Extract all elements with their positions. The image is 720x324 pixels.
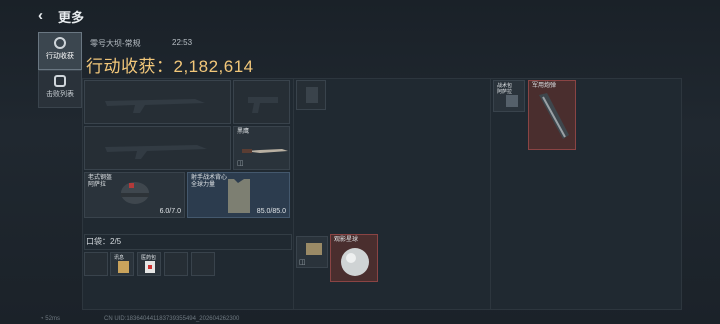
tab-kill-list[interactable]: 击败列表 bbox=[38, 70, 82, 108]
container-item[interactable]: 军用炮弹 bbox=[528, 80, 576, 150]
page-title: 更多 bbox=[58, 10, 85, 25]
container-item-name: 军用炮弹 bbox=[532, 83, 557, 89]
backpack-panel bbox=[293, 78, 491, 310]
chest-rig-slot[interactable] bbox=[296, 80, 326, 110]
backpack-item[interactable]: 观影星球 bbox=[330, 234, 378, 282]
rifle-icon bbox=[105, 145, 207, 159]
uid-readout: CN UID:1836404411837393554​94_20260426​2… bbox=[104, 316, 240, 322]
skull-icon bbox=[54, 75, 66, 87]
container-item-name: 战术包 阿萨拉 bbox=[497, 83, 513, 95]
helmet-durability: 6.0/7.0 bbox=[159, 208, 181, 215]
tab-kill-list-label: 击败列表 bbox=[46, 91, 74, 98]
armor-name: 射手战术背心 全球力量 bbox=[191, 175, 228, 188]
rig-icon bbox=[306, 87, 318, 103]
armor-slot[interactable]: 射手战术背心 全球力量 85.0/85.0 bbox=[187, 172, 290, 218]
ping-value: 52ms bbox=[45, 316, 60, 322]
pocket-item-name: 医药包 bbox=[141, 255, 157, 261]
pocket-slot[interactable] bbox=[84, 252, 108, 276]
pistol-icon bbox=[248, 97, 278, 113]
helmet-slot[interactable]: 老式钢盔 阿萨拉 6.0/7.0 bbox=[84, 172, 185, 218]
container-item[interactable]: 战术包 阿萨拉 bbox=[493, 80, 525, 112]
pocket-item[interactable]: 医药包 bbox=[137, 252, 161, 276]
pocket-item-name: 讯息 bbox=[114, 255, 125, 261]
shell-icon bbox=[539, 93, 569, 139]
secondary-weapon-slot[interactable] bbox=[84, 126, 231, 170]
pocket-slot[interactable] bbox=[164, 252, 188, 276]
rifle-icon bbox=[105, 99, 205, 113]
tab-harvest[interactable]: 行动收获 bbox=[38, 32, 82, 70]
backpack-item[interactable]: ◫ bbox=[296, 236, 328, 268]
map-name: 零号大坝-常规 bbox=[90, 39, 141, 48]
lock-icon: ◫ bbox=[237, 160, 244, 167]
helmet-name: 老式钢盔 阿萨拉 bbox=[88, 175, 113, 188]
pocket-slot[interactable] bbox=[191, 252, 215, 276]
backpack-item-name: 观影星球 bbox=[334, 237, 359, 243]
match-time: 22:53 bbox=[172, 38, 193, 47]
harvest-value: 行动收获：2,182,614 bbox=[86, 57, 254, 76]
pocket-header bbox=[84, 234, 292, 250]
melee-slot[interactable]: 黑鹰 ◫ bbox=[233, 126, 290, 170]
melee-name: 黑鹰 bbox=[237, 129, 250, 135]
ping-readout: ◔ 52ms bbox=[40, 316, 60, 322]
armor-durability: 85.0/85.0 bbox=[256, 208, 286, 215]
primary-weapon-slot[interactable] bbox=[84, 80, 231, 124]
tab-harvest-label: 行动收获 bbox=[46, 53, 74, 60]
back-icon[interactable]: ‹ bbox=[38, 7, 43, 24]
target-icon bbox=[54, 37, 66, 49]
pocket-item[interactable]: 讯息 bbox=[110, 252, 134, 276]
lock-icon: ◫ bbox=[299, 259, 306, 266]
pistol-slot[interactable] bbox=[233, 80, 290, 124]
